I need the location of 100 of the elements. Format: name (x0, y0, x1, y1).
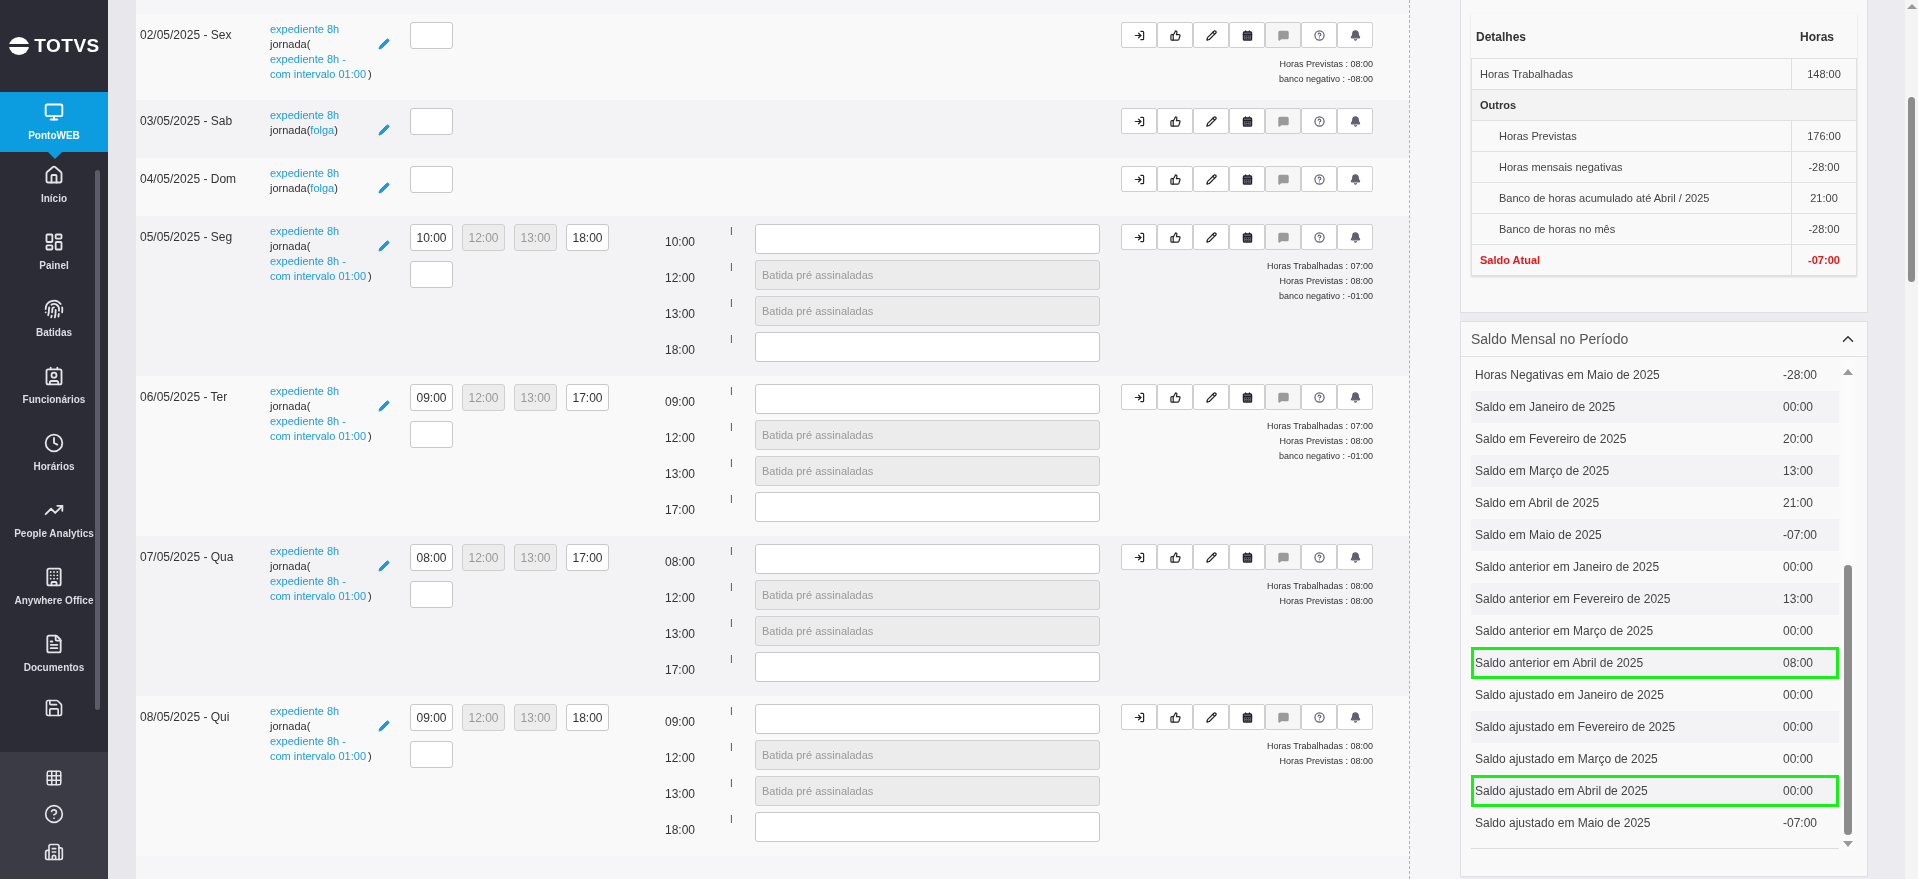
action-button[interactable] (1121, 544, 1157, 570)
punch-field[interactable] (755, 384, 1100, 414)
action-button[interactable] (1193, 544, 1229, 570)
jornada-link[interactable]: expediente 8h - com intervalo 01:00 (270, 254, 368, 284)
action-button[interactable] (1193, 22, 1229, 48)
action-button[interactable] (1157, 224, 1193, 250)
action-button[interactable] (1157, 704, 1193, 730)
schedule-link[interactable]: expediente 8h (270, 167, 340, 179)
time-field[interactable] (410, 261, 453, 288)
punch-field[interactable] (755, 332, 1100, 362)
nav-item[interactable]: Início (0, 152, 108, 219)
action-button[interactable] (1229, 166, 1265, 192)
time-field[interactable] (410, 421, 453, 448)
apps-grid-icon[interactable] (45, 768, 63, 787)
help-icon[interactable] (44, 804, 64, 825)
action-button[interactable] (1157, 544, 1193, 570)
punch-field[interactable] (755, 544, 1100, 574)
pencil-icon[interactable] (378, 124, 390, 136)
pencil-icon[interactable] (378, 400, 390, 412)
action-button[interactable] (1229, 544, 1265, 570)
action-button[interactable] (1121, 704, 1157, 730)
jornada-link[interactable]: expediente 8h - com intervalo 01:00 (270, 574, 368, 604)
action-button[interactable] (1337, 544, 1373, 570)
pencil-icon[interactable] (378, 38, 390, 50)
action-button[interactable] (1121, 224, 1157, 250)
time-field[interactable]: 09:00 (410, 384, 453, 411)
action-button[interactable] (1229, 704, 1265, 730)
punch-field[interactable] (755, 812, 1100, 842)
pencil-icon[interactable] (378, 240, 390, 252)
time-field[interactable] (410, 166, 453, 193)
action-button[interactable] (1193, 224, 1229, 250)
action-button[interactable] (1229, 108, 1265, 134)
time-field[interactable]: 18:00 (566, 704, 609, 731)
time-field[interactable]: 17:00 (566, 384, 609, 411)
punch-field[interactable] (755, 492, 1100, 522)
punch-field[interactable] (755, 224, 1100, 254)
action-button[interactable] (1157, 166, 1193, 192)
punch-field[interactable] (755, 652, 1100, 682)
action-button[interactable] (1193, 704, 1229, 730)
action-button[interactable] (1337, 22, 1373, 48)
punch-marker: I (730, 385, 734, 399)
schedule-link[interactable]: expediente 8h (270, 705, 340, 717)
time-field[interactable]: 18:00 (566, 224, 609, 251)
jornada-link[interactable]: folga (310, 123, 335, 138)
action-button[interactable] (1337, 704, 1373, 730)
action-button[interactable] (1121, 108, 1157, 134)
nav-item[interactable]: Horários (0, 420, 108, 487)
punch-time: 10:00 (664, 234, 697, 251)
time-field[interactable] (410, 108, 453, 135)
action-button[interactable] (1337, 108, 1373, 134)
jornada-link[interactable]: expediente 8h - com intervalo 01:00 (270, 414, 368, 444)
action-button[interactable] (1121, 384, 1157, 410)
pencil-icon[interactable] (378, 182, 390, 194)
action-button[interactable] (1337, 384, 1373, 410)
time-field[interactable]: 09:00 (410, 704, 453, 731)
nav-item[interactable]: Painel (0, 219, 108, 286)
action-button[interactable] (1337, 166, 1373, 192)
action-button[interactable] (1229, 224, 1265, 250)
schedule-link[interactable]: expediente 8h (270, 109, 340, 121)
jornada-link[interactable]: expediente 8h - com intervalo 01:00 (270, 734, 368, 764)
time-field[interactable]: 10:00 (410, 224, 453, 251)
action-button[interactable] (1193, 108, 1229, 134)
help-icon (1313, 231, 1325, 243)
scrollbar[interactable] (1905, 0, 1918, 879)
time-field[interactable] (410, 581, 453, 608)
schedule-link[interactable]: expediente 8h (270, 385, 340, 397)
nav-item[interactable]: Batidas (0, 286, 108, 353)
nav-item[interactable]: Funcionários (0, 353, 108, 420)
schedule-link[interactable]: expediente 8h (270, 23, 340, 35)
time-field[interactable] (410, 741, 453, 768)
action-button[interactable] (1121, 22, 1157, 48)
scrollbar[interactable] (95, 170, 100, 710)
action-button[interactable] (1157, 108, 1193, 134)
nav-item[interactable]: People Analytics (0, 487, 108, 554)
detail-value: 21:00 (1791, 183, 1856, 213)
punch-field[interactable] (755, 704, 1100, 734)
nav-item[interactable]: Anywhere Office (0, 554, 108, 621)
action-button[interactable] (1193, 166, 1229, 192)
jornada-link[interactable]: expediente 8h - com intervalo 01:00 (270, 52, 368, 82)
action-button[interactable] (1229, 22, 1265, 48)
time-field[interactable]: 08:00 (410, 544, 453, 571)
action-button[interactable] (1229, 384, 1265, 410)
pencil-icon[interactable] (378, 560, 390, 572)
save-icon[interactable] (44, 698, 64, 718)
building-icon[interactable] (44, 842, 64, 863)
schedule-link[interactable]: expediente 8h (270, 225, 340, 237)
detail-label: Horas Trabalhadas (1479, 66, 1574, 82)
action-button[interactable] (1121, 166, 1157, 192)
column-header: Horas (1800, 28, 1835, 46)
time-field[interactable] (410, 22, 453, 49)
pencil-icon[interactable] (378, 720, 390, 732)
schedule-link[interactable]: expediente 8h (270, 545, 340, 557)
jornada-link[interactable]: folga (310, 181, 335, 196)
nav-item[interactable]: Documentos (0, 621, 108, 688)
action-button[interactable] (1157, 384, 1193, 410)
action-button[interactable] (1193, 384, 1229, 410)
punch-time: 12:00 (664, 270, 697, 287)
action-button[interactable] (1157, 22, 1193, 48)
time-field[interactable]: 17:00 (566, 544, 609, 571)
action-button[interactable] (1337, 224, 1373, 250)
